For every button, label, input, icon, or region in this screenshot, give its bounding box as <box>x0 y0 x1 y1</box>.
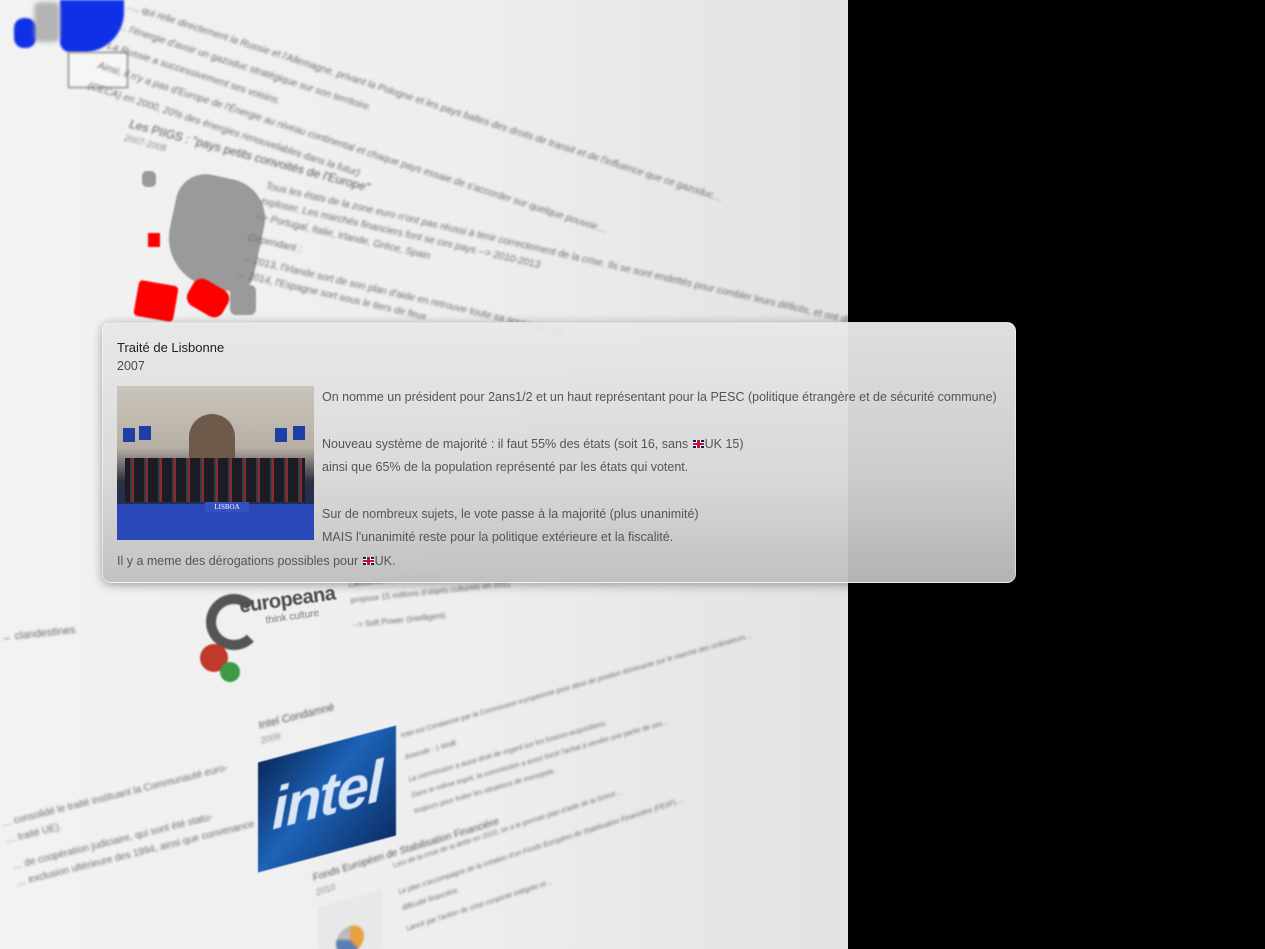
card-line: Sur de nombreux sujets, le vote passe à … <box>322 507 699 521</box>
left-edge-text-lower: … consolidé le traité instituant la Comm… <box>0 759 258 899</box>
photo-sign: LISBOA <box>205 502 249 512</box>
bg-line: → clandestines <box>0 624 77 644</box>
card-year: 2007 <box>117 359 145 373</box>
photo-arch <box>189 414 235 460</box>
eu-flag-icon <box>139 426 151 440</box>
bg-line: difficulté financière. <box>401 886 460 913</box>
card-line-text: UK 15) <box>704 437 744 451</box>
eu-flag-icon <box>123 428 135 442</box>
bg-line: --> Soft Power (Intelligent) <box>352 611 447 630</box>
card-line: MAIS l'unanimité reste pour la politique… <box>322 530 674 544</box>
stage: …, qui relie directement la Russie et l'… <box>0 0 1265 949</box>
card-line-text: Nouveau système de majorité : il faut 55… <box>322 437 689 451</box>
card-line-majority: Nouveau système de majorité : il faut 55… <box>322 437 744 451</box>
uk-flag-icon <box>362 557 374 565</box>
left-edge-text: → clandestines <box>0 624 77 654</box>
card-title: Traité de Lisbonne <box>117 340 225 355</box>
card-line-text: Il y a meme des dérogations possibles po… <box>117 554 359 568</box>
eu-flag-icon <box>275 428 287 442</box>
photo-crowd <box>125 458 305 502</box>
card-line-text: UK. <box>374 554 396 568</box>
card-line: ainsi que 65% de la population représent… <box>322 460 689 474</box>
card-photo[interactable]: LISBOA <box>117 386 314 540</box>
card-line: On nomme un président pour 2ans1/2 et un… <box>322 390 997 404</box>
eu-flag-icon <box>293 426 305 440</box>
card-line-derogations: Il y a meme des dérogations possibles po… <box>117 554 395 568</box>
uk-flag-icon <box>692 440 704 448</box>
timeline-card-lisbon-treaty[interactable]: Traité de Lisbonne 2007 LISBOA On nomme … <box>102 322 1016 583</box>
intel-logo-text: intel <box>272 748 382 843</box>
